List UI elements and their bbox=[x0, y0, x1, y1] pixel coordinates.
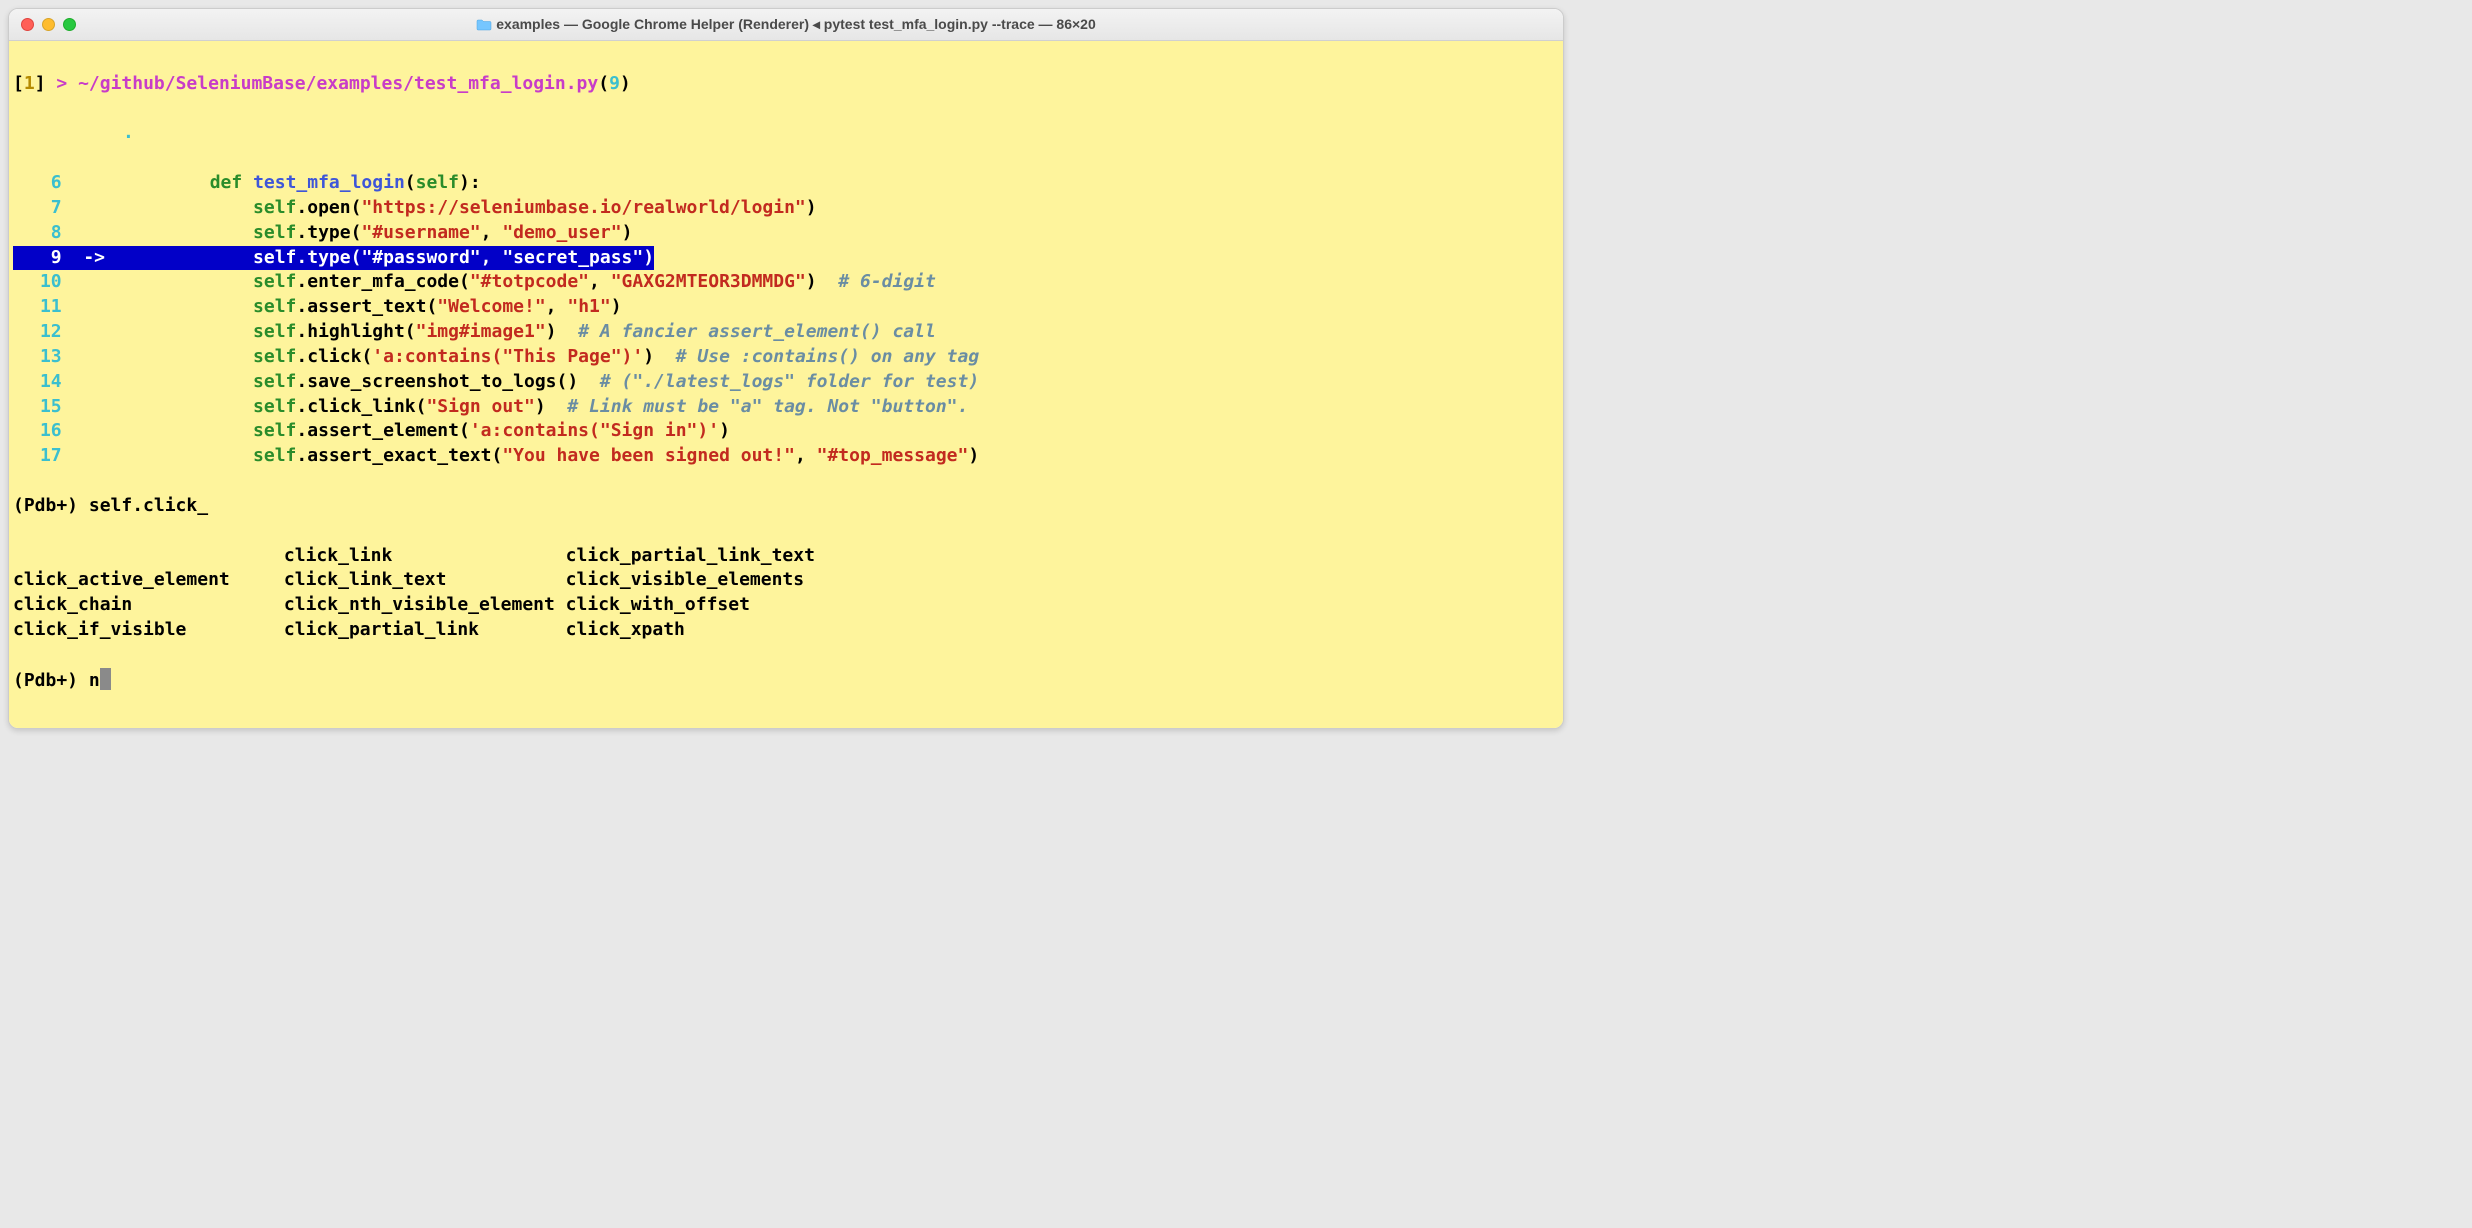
terminal-body[interactable]: [1] > ~/github/SeleniumBase/examples/tes… bbox=[9, 41, 1563, 728]
pdb-prompt-2: (Pdb+) n bbox=[13, 668, 1559, 694]
code-line-7: 7 self.open("https://seleniumbase.io/rea… bbox=[13, 196, 1559, 221]
pdb-prompt-1: (Pdb+) self.click_ bbox=[13, 494, 1559, 519]
tab-completions: click_link click_partial_link_text click… bbox=[13, 544, 1559, 643]
code-line-14: 14 self.save_screenshot_to_logs() # ("./… bbox=[13, 370, 1559, 395]
breadcrumb: [1] > ~/github/SeleniumBase/examples/tes… bbox=[13, 72, 1559, 97]
code-line-13: 13 self.click('a:contains("This Page")')… bbox=[13, 345, 1559, 370]
code-line-8: 8 self.type("#username", "demo_user") bbox=[13, 221, 1559, 246]
code-line-15: 15 self.click_link("Sign out") # Link mu… bbox=[13, 395, 1559, 420]
code-line-9: 9 -> self.type("#password", "secret_pass… bbox=[13, 246, 1559, 271]
code-line-6: 6 def test_mfa_login(self): bbox=[13, 171, 1559, 196]
code-line-10: 10 self.enter_mfa_code("#totpcode", "GAX… bbox=[13, 270, 1559, 295]
terminal-window: examples — Google Chrome Helper (Rendere… bbox=[8, 8, 1564, 729]
code-line-11: 11 self.assert_text("Welcome!", "h1") bbox=[13, 295, 1559, 320]
code-line-12: 12 self.highlight("img#image1") # A fanc… bbox=[13, 320, 1559, 345]
window-title-text: examples — Google Chrome Helper (Rendere… bbox=[496, 16, 1096, 32]
titlebar: examples — Google Chrome Helper (Rendere… bbox=[9, 9, 1563, 41]
code-line-16: 16 self.assert_element('a:contains("Sign… bbox=[13, 419, 1559, 444]
cursor-icon bbox=[100, 668, 111, 690]
prompt1-input[interactable]: self.click_ bbox=[89, 495, 208, 516]
prompt2-input[interactable]: n bbox=[89, 670, 100, 691]
window-title: examples — Google Chrome Helper (Rendere… bbox=[9, 16, 1563, 34]
code-line-17: 17 self.assert_exact_text("You have been… bbox=[13, 444, 1559, 469]
folder-icon bbox=[476, 18, 492, 34]
ellipsis-row: . bbox=[13, 121, 1559, 146]
